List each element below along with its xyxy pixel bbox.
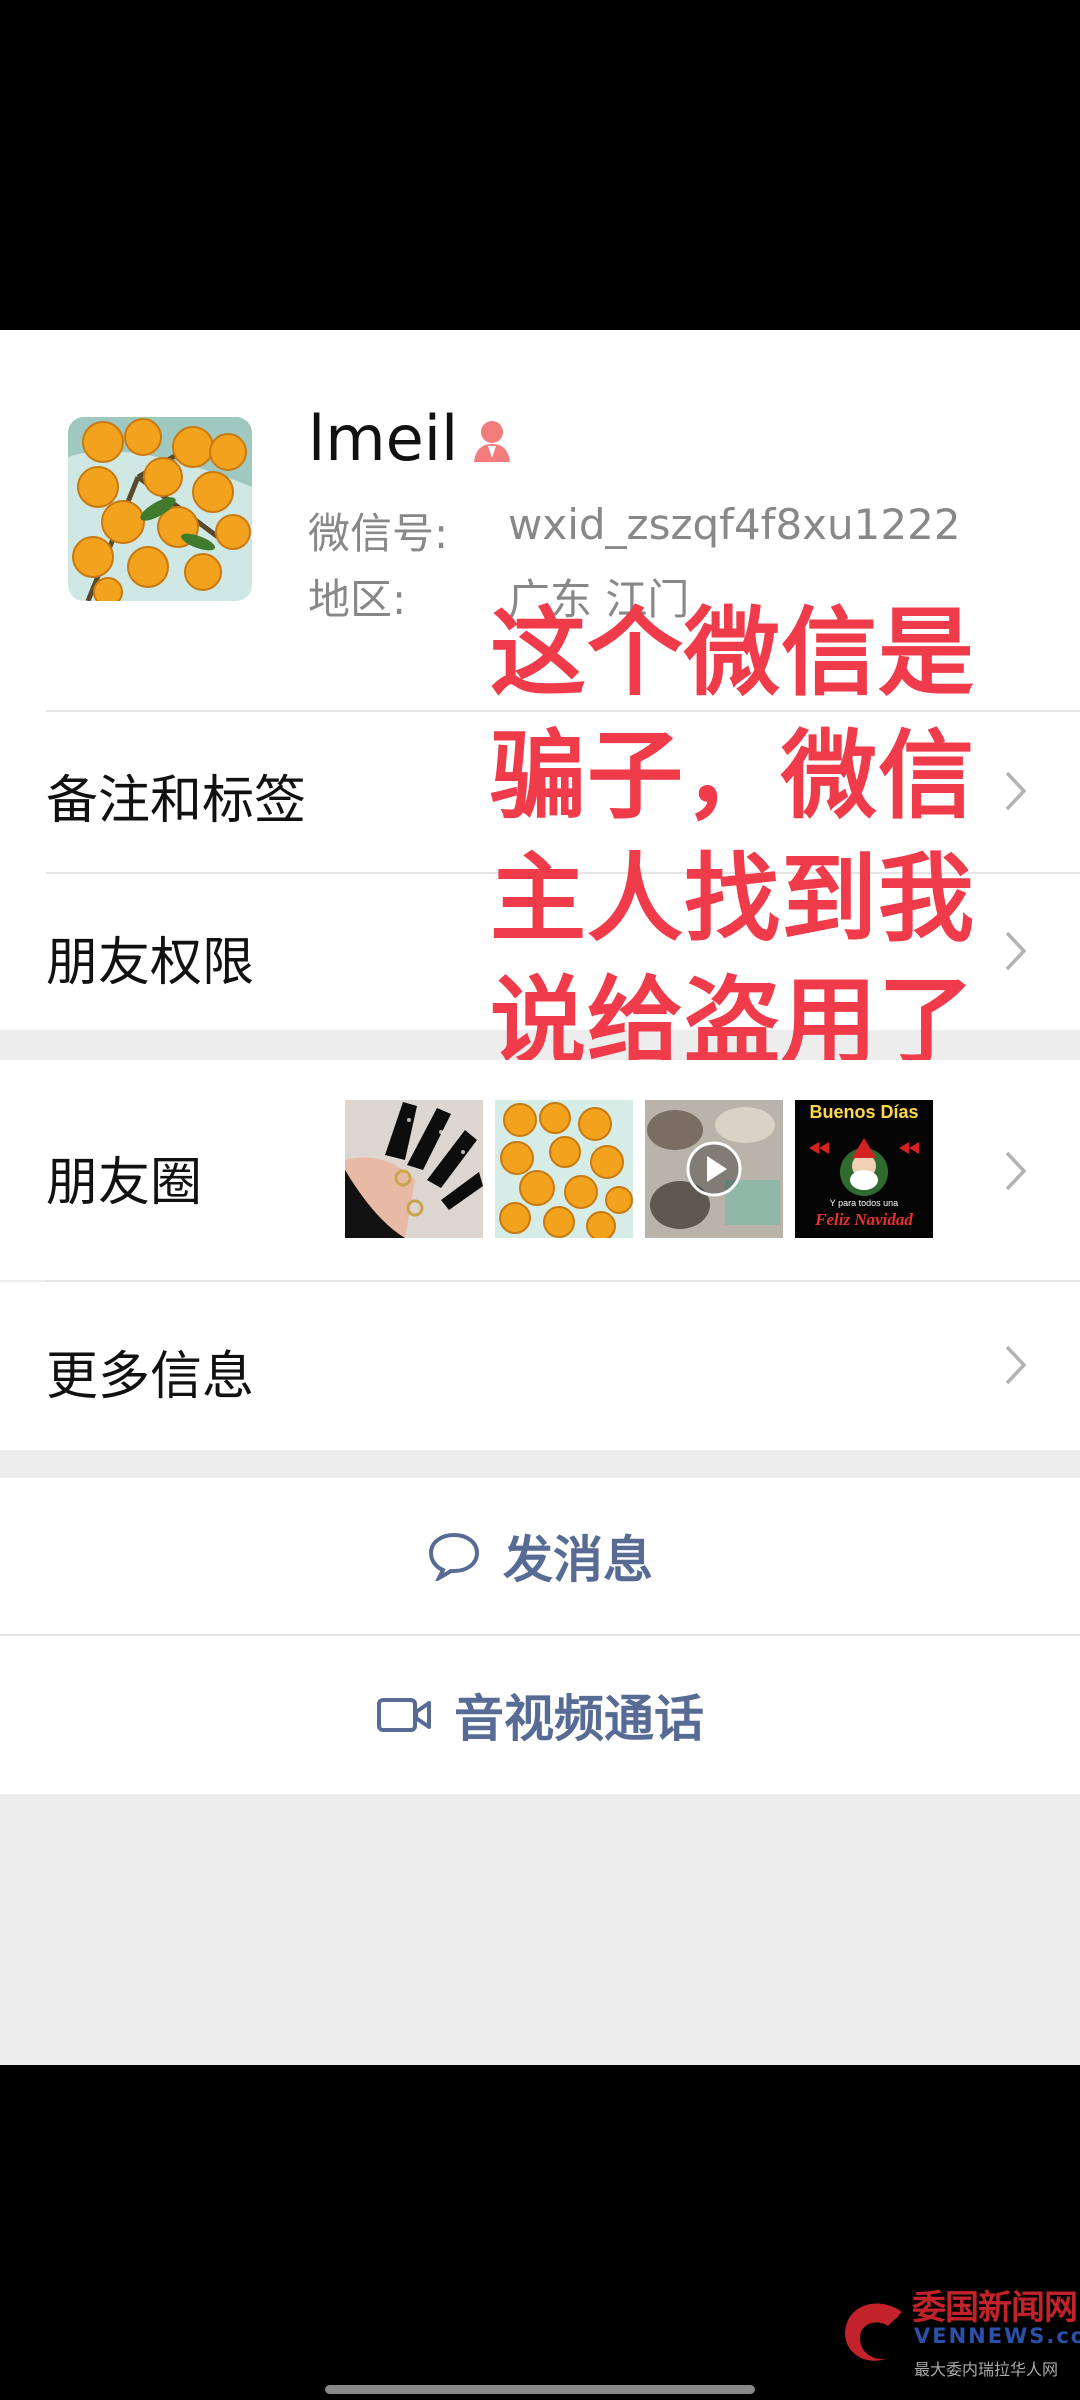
moments-label: 朋友圈 xyxy=(46,1153,203,1213)
watermark-domain: VENNEWS.com xyxy=(914,2324,1080,2348)
watermark-tagline: 最大委内瑞拉华人网 xyxy=(914,2360,1059,2379)
wechat-id-label: 微信号: xyxy=(308,509,449,558)
wechat-id-row: 微信号: wxid_zszqf4f8xu1222 xyxy=(308,500,961,561)
moments-thumb-christmas-card: Buenos Días Y para todos una Feliz Navid… xyxy=(795,1100,933,1238)
wechat-id-value: wxid_zszqf4f8xu1222 xyxy=(508,500,961,549)
scam-warning-overlay: 这个微信是 骗子，微信 主人找到我 说给盗用了 xyxy=(490,592,1010,1084)
region-row: 地区: 广东 江门 xyxy=(308,566,689,627)
avatar[interactable] xyxy=(68,417,252,601)
warning-line-2: 骗子，微信 xyxy=(490,720,975,832)
profile-card: lmeil 微信号: wxid_zszqf4f8xu1222 地区: 广东 江门… xyxy=(0,330,1080,1078)
moments-thumb-loquats xyxy=(495,1100,633,1238)
more-info-label: 更多信息 xyxy=(46,1347,255,1407)
region-label: 地区: xyxy=(308,575,407,624)
chat-bubble-icon xyxy=(428,1532,480,1581)
friend-permissions-label: 朋友权限 xyxy=(46,933,255,993)
home-indicator[interactable] xyxy=(325,2385,755,2394)
send-message-label: 发消息 xyxy=(503,1531,653,1589)
contact-name: lmeil xyxy=(308,402,459,475)
moments-thumbnails: Buenos Días Y para todos una Feliz Navid… xyxy=(345,1100,935,1238)
moments-row[interactable]: 朋友圈 Buenos Días Y para todos una Feliz N… xyxy=(0,1060,1080,1280)
contact-profile-screen: lmeil 微信号: wxid_zszqf4f8xu1222 地区: 广东 江门… xyxy=(0,330,1080,2065)
warning-line-3: 主人找到我 xyxy=(490,843,975,955)
christmas-card-greeting: Feliz Navidad xyxy=(815,1210,913,1229)
video-call-label: 音视频通话 xyxy=(454,1690,704,1748)
christmas-card-title: Buenos Días xyxy=(809,1102,919,1122)
vennews-watermark: 委国新闻网 VENNEWS.com 最大委内瑞拉华人网 xyxy=(832,2274,1080,2394)
moments-thumb-nails xyxy=(345,1100,483,1238)
loquat-avatar-image xyxy=(68,417,252,601)
warning-line-1: 这个微信是 xyxy=(490,597,975,709)
chevron-right-icon xyxy=(1005,1151,1027,1191)
moments-thumb-video[interactable] xyxy=(645,1100,783,1238)
chevron-right-icon xyxy=(1005,1345,1027,1385)
video-camera-icon xyxy=(377,1698,431,1732)
send-message-button[interactable]: 发消息 xyxy=(0,1478,1080,1634)
female-gender-icon xyxy=(474,421,510,462)
dragon-logo-icon xyxy=(845,2303,902,2361)
more-info-row[interactable]: 更多信息 xyxy=(0,1282,1080,1450)
video-call-button[interactable]: 音视频通话 xyxy=(0,1636,1080,1794)
remarks-tags-label: 备注和标签 xyxy=(46,771,307,831)
christmas-card-subtitle: Y para todos una xyxy=(829,1198,899,1208)
watermark-title: 委国新闻网 xyxy=(912,2288,1078,2328)
